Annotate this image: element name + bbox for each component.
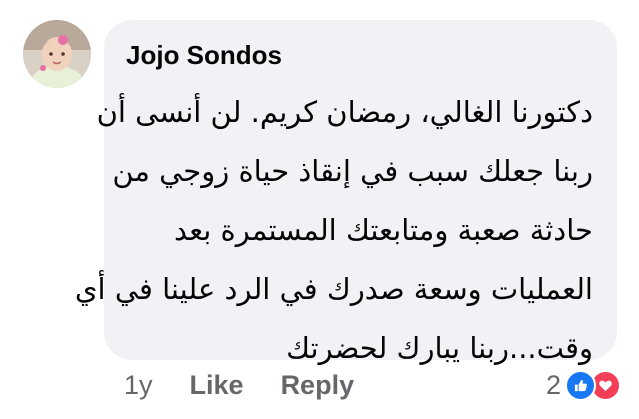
avatar[interactable] [23, 20, 91, 88]
comment-line: دكتورنا الغالي، رمضان كريم. لن أنسى أن [96, 95, 593, 129]
comment-timestamp[interactable]: 1y [124, 370, 153, 401]
comment-author[interactable]: Jojo Sondos [126, 40, 282, 71]
comment-line: العمليات وسعة صدرك في الرد علينا في أي [74, 272, 593, 306]
comment-actions: 1y Like Reply [124, 370, 354, 401]
reply-button[interactable]: Reply [281, 370, 355, 401]
avatar-image [23, 20, 91, 88]
comment-line: حادثة صعبة ومتابعتك المستمرة بعد [174, 213, 593, 247]
like-icon [565, 370, 596, 401]
like-button[interactable]: Like [190, 370, 244, 401]
reaction-count: 2 [545, 370, 561, 400]
comment-line: ربنا جعلك سبب في إنقاذ حياة زوجي من [112, 154, 593, 188]
comment-bubble: Jojo Sondos دكتورنا الغالي، رمضان كريم. … [75, 20, 617, 365]
reaction-summary[interactable]: 2 [546, 370, 621, 401]
comment-text: دكتورنا الغالي، رمضان كريم. لن أنسى أن ر… [74, 83, 593, 378]
